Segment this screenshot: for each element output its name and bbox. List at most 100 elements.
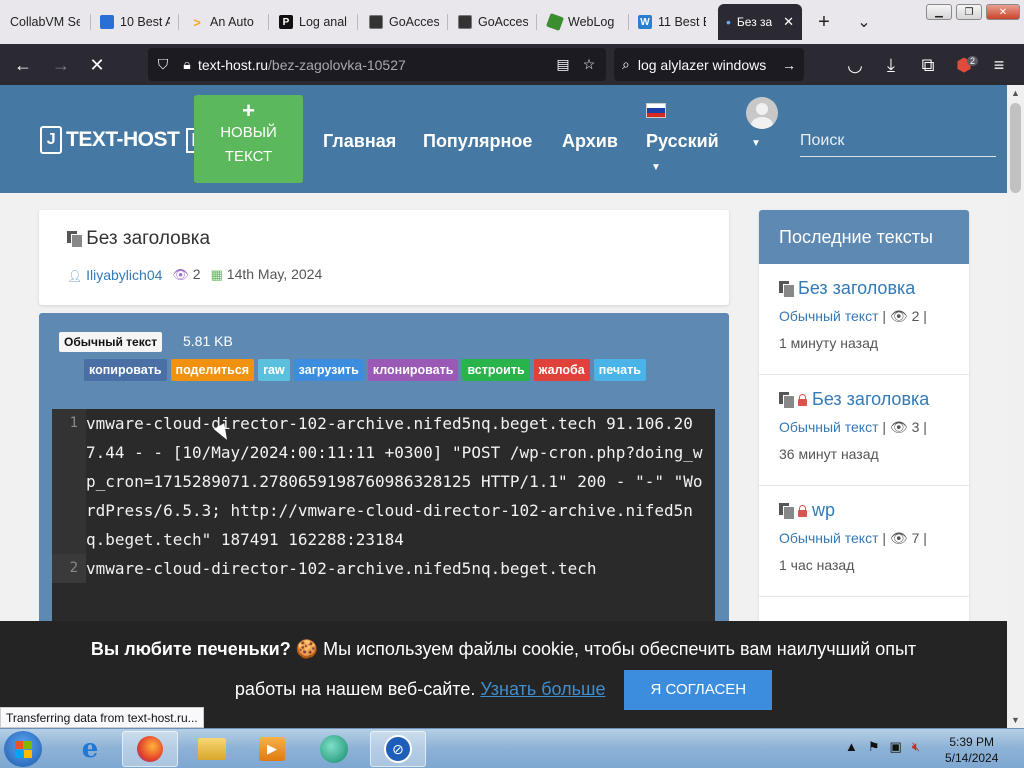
nav-archive-link[interactable]: Архив <box>562 131 618 152</box>
recent-item-type[interactable]: Обычный текст <box>779 530 879 546</box>
taskbar-media-player[interactable]: ▶ <box>244 731 300 767</box>
russian-flag-icon <box>646 103 666 118</box>
tab-11-best[interactable]: W 11 Best E <box>630 4 714 40</box>
tab-goaccess-2[interactable]: GoAcces <box>450 4 536 40</box>
cookie-emoji-icon: 🍪 <box>295 639 319 659</box>
paste-meta: 👤︎ Iliyabylich04 👁︎ 2 ▦ 14th May, 2024 <box>67 266 322 283</box>
teal-app-icon <box>320 735 348 763</box>
arrow-favicon-icon: > <box>193 14 201 30</box>
download-button[interactable]: загрузить <box>293 359 364 381</box>
tab-log-analyzer[interactable]: P Log anal <box>271 4 357 40</box>
scroll-down-icon[interactable]: ▼ <box>1007 712 1024 728</box>
hamburger-icon: ≡ <box>993 54 1005 75</box>
separator: | <box>923 530 927 546</box>
search-go-arrow-icon[interactable]: → <box>782 57 796 73</box>
recent-item-title-text[interactable]: Без заголовка <box>798 278 915 299</box>
forward-arrow-icon: → <box>52 54 70 75</box>
internet-explorer-icon: e <box>81 734 99 764</box>
page-scrollbar[interactable]: ▲ ▼ <box>1007 85 1024 728</box>
menu-button[interactable]: ≡ <box>984 50 1014 80</box>
taskbar-ie[interactable]: e <box>62 731 118 767</box>
user-caret-icon[interactable]: ▼ <box>751 138 761 149</box>
reader-view-icon[interactable]: ▤ <box>550 56 576 73</box>
recent-item-title[interactable]: Без заголовка <box>779 278 969 299</box>
paste-size: 5.81 KB <box>183 333 233 349</box>
tab-an-auto[interactable]: > An Auto <box>182 4 268 40</box>
cookie-text-1: Мы используем файлы cookie, чтобы обеспе… <box>323 639 917 659</box>
paste-author[interactable]: 👤︎ Iliyabylich04 <box>67 267 162 283</box>
site-search-input[interactable] <box>800 125 996 157</box>
logo-j-icon: J <box>40 126 62 154</box>
user-avatar[interactable] <box>746 97 778 129</box>
scroll-up-icon[interactable]: ▲ <box>1007 85 1024 101</box>
taskbar-explorer[interactable] <box>184 731 240 767</box>
pocket-button[interactable]: ◡ <box>840 50 870 80</box>
taskbar-app[interactable] <box>306 731 362 767</box>
new-tab-button[interactable]: + <box>810 8 838 36</box>
close-window-button[interactable]: ✕ <box>986 4 1020 20</box>
new-text-button[interactable]: + НОВЫЙ ТЕКСТ <box>194 95 303 183</box>
extensions-button[interactable]: ⧉ <box>913 50 943 80</box>
tab-10-best[interactable]: 10 Best A <box>92 4 178 40</box>
network-icon[interactable]: ▣ <box>890 739 902 755</box>
compass-icon: ⊘ <box>384 735 412 763</box>
clone-button[interactable]: клонировать <box>367 359 459 381</box>
recent-item-meta: Обычный текст | 👁︎ 7 | <box>779 530 969 547</box>
shield-icon: ⛉ <box>157 56 169 72</box>
scrollbar-thumb[interactable] <box>1010 103 1021 193</box>
copy-button[interactable]: копировать <box>84 359 167 381</box>
share-button[interactable]: поделиться <box>170 359 255 381</box>
start-button[interactable] <box>4 731 42 767</box>
raw-button[interactable]: raw <box>258 359 290 381</box>
browser-tab-strip: CollabVM Se 10 Best A > An Auto P Log an… <box>0 0 1024 44</box>
tab-close-icon[interactable]: ✕ <box>783 14 794 30</box>
tab-collabvm[interactable]: CollabVM Se <box>2 4 90 40</box>
bookmark-star-icon[interactable]: ☆ <box>576 56 602 73</box>
report-button[interactable]: жалоба <box>533 359 590 381</box>
tab-active-bez-zagolovka[interactable]: • Без за ✕ <box>718 4 802 40</box>
tray-expand-icon[interactable]: ▲ <box>845 739 858 755</box>
nav-popular-link[interactable]: Популярное <box>423 131 532 152</box>
print-button[interactable]: печать <box>593 359 646 381</box>
recent-item-type[interactable]: Обычный текст <box>779 419 879 435</box>
forward-button[interactable]: → <box>46 50 76 80</box>
paste-views: 👁︎ 2 <box>172 266 200 283</box>
cookie-agree-button[interactable]: Я СОГЛАСЕН <box>624 670 773 711</box>
volume-muted-icon[interactable]: 🔇︎ <box>912 739 920 755</box>
address-bar[interactable]: ⛉ 🔒︎ text-host.ru /bez-zagolovka-10527 ▤… <box>148 48 606 81</box>
author-name[interactable]: Iliyabylich04 <box>86 267 162 283</box>
separator: | <box>923 419 927 435</box>
recent-item-age: 36 минут назад <box>779 446 879 462</box>
action-center-flag-icon[interactable]: ⚑ <box>868 739 880 755</box>
tab-goaccess-1[interactable]: GoAcces <box>361 4 447 40</box>
recent-item-title[interactable]: Без заголовка <box>779 389 969 410</box>
recent-item-title-text[interactable]: Без заголовка <box>812 389 929 410</box>
document-icon <box>779 392 795 409</box>
minimize-window-button[interactable]: ▁ <box>926 4 952 20</box>
line-text: vmware-cloud-director-102-archive.nifed5… <box>86 559 597 578</box>
recent-item-type[interactable]: Обычный текст <box>779 308 879 324</box>
addon-button[interactable]: ⬢ 2 <box>949 50 979 80</box>
minimize-icon: ▁ <box>935 6 943 18</box>
nav-home-link[interactable]: Главная <box>323 131 396 152</box>
tab-weblog[interactable]: WebLog <box>540 4 628 40</box>
taskbar-firefox[interactable] <box>122 731 178 767</box>
language-selector[interactable]: Русский <box>646 131 719 152</box>
recent-item-title[interactable]: wp <box>779 500 969 521</box>
search-bar[interactable]: ⌕ log alylazer windows → <box>614 48 804 81</box>
recent-item-title-text[interactable]: wp <box>812 500 835 521</box>
terminal-favicon-icon <box>458 15 472 29</box>
downloads-button[interactable]: ⤓ <box>876 50 906 80</box>
tab-list-button[interactable]: ⌄ <box>850 8 878 36</box>
media-player-icon: ▶ <box>259 737 285 761</box>
tab-divider <box>536 14 537 30</box>
taskbar-network-app[interactable]: ⊘ <box>370 731 426 767</box>
embed-button[interactable]: встроить <box>462 359 530 381</box>
stop-loading-button[interactable]: ✕ <box>82 50 112 80</box>
learn-more-link[interactable]: Узнать больше <box>480 679 605 699</box>
language-caret-icon[interactable]: ▼ <box>651 162 661 173</box>
system-tray: ▲ ⚑ ▣ 🔇︎ <box>845 739 920 755</box>
taskbar-clock[interactable]: 5:39 PM 5/14/2024 <box>945 734 998 766</box>
back-button[interactable]: ← <box>8 50 38 80</box>
restore-window-button[interactable]: ❐ <box>956 4 982 20</box>
